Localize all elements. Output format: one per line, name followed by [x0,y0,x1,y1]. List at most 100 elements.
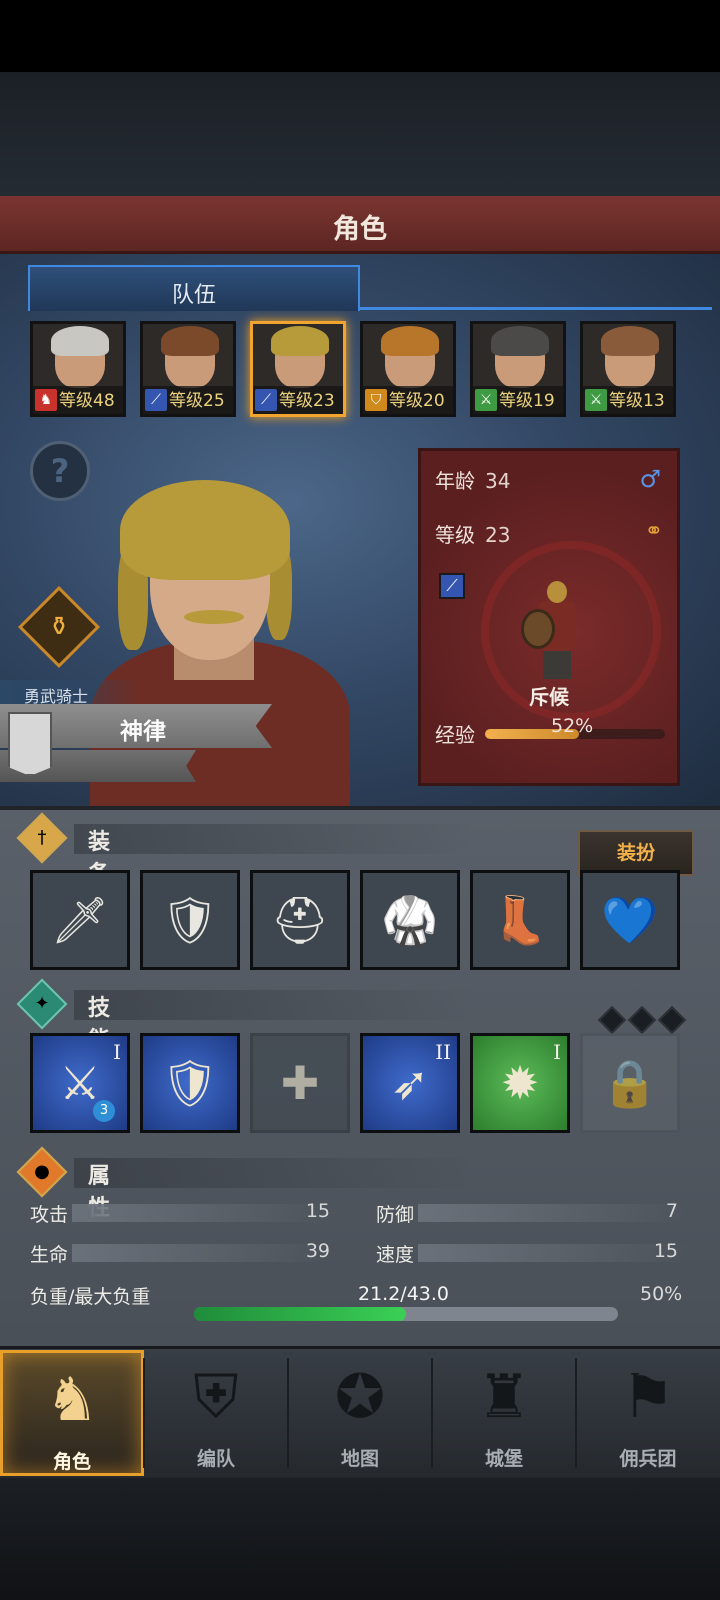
swift-claw-icon: ➶ [390,1056,430,1110]
attack-label: 攻击 [30,1204,69,1226]
speed-value: 15 [653,1240,678,1262]
nav-castle[interactable]: ♜ 城堡 [432,1350,576,1476]
skill-rank: II [435,1040,451,1064]
hero-level: 等级19 [499,391,555,411]
load-value: 21.2/43.0 [358,1283,450,1305]
hero-level: 等级23 [279,391,335,411]
dagger-icon: 🗡 [50,893,110,947]
hero-level: 等级48 [59,391,115,411]
skill-slot-shield-rush[interactable]: 🛡 [140,1033,240,1133]
heart-amulet-icon: 💙 [601,893,659,947]
bottom-background [0,1478,720,1600]
nav-helmet[interactable]: ⛨ 编队 [144,1350,288,1476]
castle-icon: ♜ [477,1362,531,1432]
rank-text: 勇武骑士 [24,687,89,706]
nav-label: 编队 [196,1448,235,1470]
nav-separator [287,1358,289,1468]
load-label: 负重/最大负重 [30,1286,151,1308]
page-title: 角色 [333,214,387,245]
compass-icon: ✪ [334,1362,386,1432]
sword-icon: ⟋ [145,389,167,411]
locked-icon: 🔒 [601,1056,659,1110]
nav-separator [431,1358,433,1468]
skill-point-diamond-icon [657,1005,687,1035]
sword-class-icon: ⟋ [439,573,465,599]
skill-points-indicator [597,1005,692,1035]
crossed-swords-icon: ⚔ [585,389,607,411]
hero-level: 等级20 [389,391,445,411]
ring-icon: ⚭ [644,519,663,544]
knight-icon: ♞ [45,1365,99,1435]
class-name: 斥候 [529,685,569,709]
hero-hair [51,326,109,356]
nav-label: 城堡 [484,1448,523,1470]
leather-armor-icon: 🥋 [381,893,439,947]
load-bar [194,1307,618,1321]
equip-slot-round-shield[interactable]: 🛡 [140,870,240,970]
banner-icon: ⚑ [621,1362,675,1432]
status-bar [0,0,720,72]
skill-slot-empty[interactable]: ✚ [250,1033,350,1133]
party-member-6[interactable]: ⚔ 等级13 [580,321,676,417]
hero-hair [491,326,549,356]
nav-label: 地图 [340,1448,379,1470]
tab-underline [360,307,712,310]
title-bar: 角色 [0,196,720,254]
class-figure [521,581,591,681]
nav-label: 角色 [52,1451,91,1473]
party-member-4[interactable]: ⛉ 等级20 [360,321,456,417]
hero-hair [271,326,329,356]
helmet-icon: ⛨ [193,1362,239,1432]
nav-compass[interactable]: ✪ 地图 [288,1350,432,1476]
load-bar-fill [194,1307,406,1321]
skill-rank: I [113,1040,121,1064]
party-member-1[interactable]: ♞ 等级48 [30,321,126,417]
skill-point-diamond-icon [627,1005,657,1035]
level-label: 等级 [435,523,475,547]
equip-slot-leather-boots[interactable]: 👢 [470,870,570,970]
skill-charge-badge: 3 [93,1100,115,1122]
attack-value: 15 [305,1200,330,1222]
round-shield-icon: 🛡 [160,893,220,947]
hero-level: 等级13 [609,391,665,411]
nav-separator [575,1358,577,1468]
character-name: 神律 [120,719,166,745]
heraldry-shield-icon[interactable] [8,712,52,776]
tab-team[interactable]: 队伍 [28,265,360,311]
party-member-5[interactable]: ⚔ 等级19 [470,321,566,417]
empty-icon: ✚ [280,1056,320,1110]
level-value: 23 [485,523,511,547]
equip-slot-heart-amulet[interactable]: 💙 [580,870,680,970]
skill-rank: I [553,1040,561,1064]
horse-icon: ♞ [35,389,57,411]
xp-label: 经验 [435,723,475,747]
nav-banner[interactable]: ⚑ 佣兵团 [576,1350,720,1476]
question-icon: ? [50,452,70,490]
age-value: 34 [485,469,511,493]
skill-slot-swift-claw[interactable]: ➶ II [360,1033,460,1133]
nav-knight[interactable]: ♞ 角色 [0,1350,144,1476]
equip-slot-leather-armor[interactable]: 🥋 [360,870,460,970]
skill-point-diamond-icon [597,1005,627,1035]
shield-rush-icon: 🛡 [160,1056,220,1110]
skill-slot-locked[interactable]: 🔒 [580,1033,680,1133]
equip-slot-dagger[interactable]: 🗡 [30,870,130,970]
hp-label: 生命 [30,1244,69,1266]
shield-icon: ⛉ [365,389,387,411]
defense-label: 防御 [376,1204,415,1226]
hero-hair [161,326,219,356]
leather-helmet-icon: ⛑ [270,893,330,947]
party-member-3[interactable]: ⟋ 等级23 [250,321,346,417]
leather-boots-icon: 👢 [491,893,549,947]
hero-level: 等级25 [169,391,225,411]
skill-slot-blood-strike[interactable]: ⚔ I 3 [30,1033,130,1133]
hero-hair [381,326,439,356]
speed-label: 速度 [376,1244,415,1266]
load-percent: 50% [640,1283,683,1305]
sword-icon: ⟋ [255,389,277,411]
equip-slot-leather-helmet[interactable]: ⛑ [250,870,350,970]
party-member-2[interactable]: ⟋ 等级25 [140,321,236,417]
top-background [0,72,720,196]
burst-icon: ✹ [500,1056,540,1110]
skill-slot-burst[interactable]: ✹ I [470,1033,570,1133]
